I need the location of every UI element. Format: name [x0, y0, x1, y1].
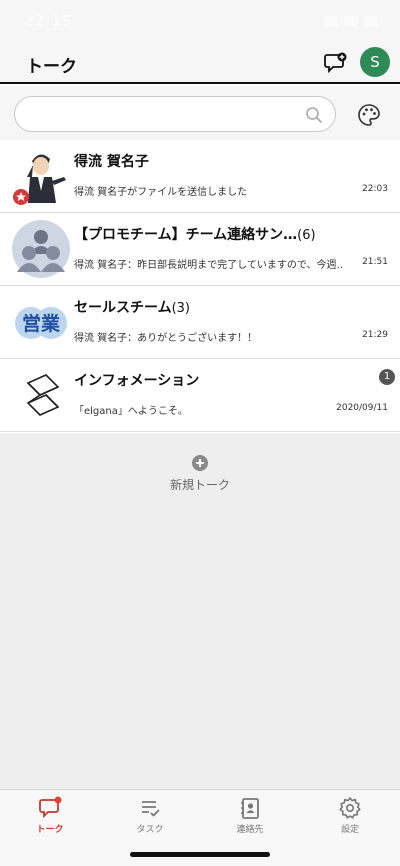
talk-preview: 得流 賀名子：ありがとうございます！！ [74, 333, 258, 344]
elgana-logo-icon [26, 374, 60, 416]
talk-row[interactable]: 得流 賀名子 得流 賀名子がファイルを送信しました 22:03 [0, 140, 400, 213]
group-avatar-icon [12, 220, 70, 278]
plus-icon[interactable] [192, 455, 208, 471]
signal-icon [324, 16, 338, 26]
tab-label: 連絡先 [236, 825, 264, 835]
tab-talk[interactable]: トーク [10, 796, 90, 835]
tab-label: トーク [36, 825, 64, 835]
sales-avatar-icon: 営業 [15, 307, 67, 339]
task-icon[interactable] [138, 796, 162, 820]
search-icon[interactable] [305, 106, 323, 124]
tab-contacts[interactable]: 連絡先 [210, 796, 290, 835]
talk-name-text: セールスチーム [74, 300, 172, 316]
battery-icon [364, 16, 378, 26]
new-chat-icon[interactable] [324, 52, 348, 74]
wifi-icon [344, 16, 358, 26]
status-time: 22:15 [24, 12, 72, 30]
talk-name: インフォメーション [74, 370, 199, 390]
talk-name: 得流 賀名子 [74, 151, 149, 171]
member-count: (3) [171, 301, 191, 316]
talk-time: 22:03 [362, 184, 388, 194]
talk-preview: 得流 賀名子：昨日部長説明まで完了していますので、今週… [74, 260, 344, 271]
new-talk-button[interactable]: 新規トーク [0, 455, 400, 493]
gear-icon[interactable] [338, 796, 362, 820]
tab-task[interactable]: タスク [110, 796, 190, 835]
talk-name-text: 得流 賀名子 [74, 154, 149, 170]
home-indicator [130, 852, 270, 857]
status-bar: 22:15 [0, 0, 400, 44]
member-count: (6) [297, 228, 316, 243]
talk-row[interactable]: インフォメーション 1 「elgana」へようこそ。 2020/09/11 [0, 359, 400, 432]
talk-row[interactable]: 営業 セールスチーム(3) 得流 賀名子：ありがとうございます！！ 21:29 [0, 286, 400, 359]
talk-row[interactable]: 【プロモチーム】チーム連絡サン…(6) 得流 賀名子：昨日部長説明まで完了してい… [0, 213, 400, 286]
tab-label: タスク [136, 825, 164, 835]
unread-badge: 1 [379, 369, 395, 385]
new-talk-label[interactable]: 新規トーク [0, 476, 400, 493]
person-avatar-icon [13, 154, 66, 205]
talk-time: 21:51 [362, 257, 388, 267]
talk-name: セールスチーム(3) [74, 297, 190, 317]
talk-name-text: 【プロモチーム】チーム連絡サン… [74, 227, 298, 243]
page-title: トーク [26, 57, 77, 77]
search-field[interactable] [14, 96, 336, 132]
status-icons [324, 16, 378, 26]
avatar[interactable]: S [360, 47, 390, 77]
palette-icon[interactable] [357, 103, 381, 127]
search-row [0, 86, 400, 140]
talk-time: 2020/09/11 [336, 403, 388, 413]
talk-name: 【プロモチーム】チーム連絡サン…(6) [74, 224, 316, 244]
search-input[interactable] [29, 103, 299, 125]
app-header: トーク S [0, 44, 400, 84]
tab-label: 設定 [340, 825, 359, 835]
chat-icon[interactable] [38, 796, 62, 820]
talk-time: 21:29 [362, 330, 388, 340]
talk-preview: 得流 賀名子がファイルを送信しました [74, 187, 248, 198]
talk-preview: 「elgana」へようこそ。 [74, 406, 188, 417]
sales-icon-text: 営業 [22, 312, 61, 335]
tab-settings[interactable]: 設定 [310, 796, 390, 835]
talk-list: 得流 賀名子 得流 賀名子がファイルを送信しました 22:03 【プロモチーム】… [0, 140, 400, 432]
talk-name-text: インフォメーション [74, 373, 200, 389]
contacts-icon[interactable] [238, 796, 262, 820]
empty-area: 新規トーク [0, 433, 400, 789]
